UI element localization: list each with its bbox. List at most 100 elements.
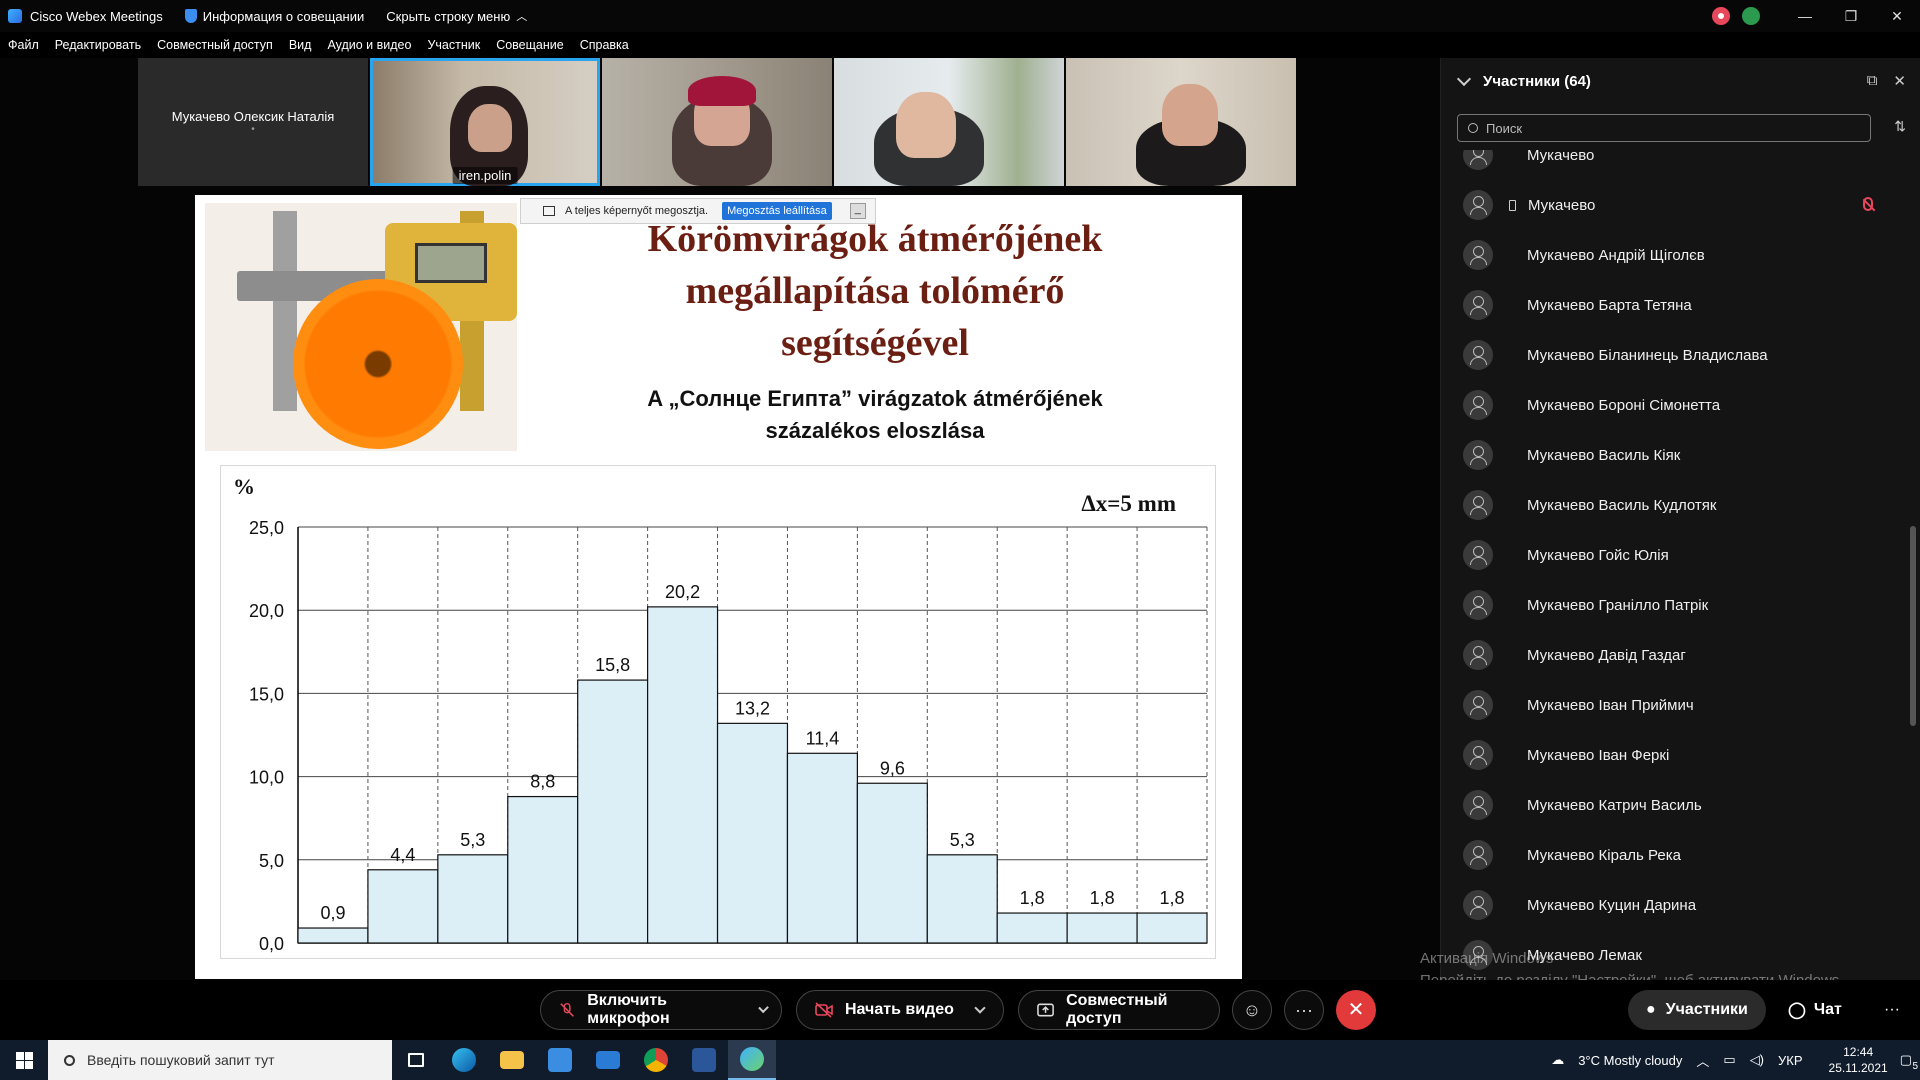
leave-meeting-button[interactable]: ✕ <box>1336 990 1376 1030</box>
bin-width-annotation: Δx=5 mm <box>1081 491 1176 516</box>
meeting-info-button[interactable]: Информация о совещании <box>184 9 364 24</box>
reactions-button[interactable]: ☺ <box>1232 990 1272 1030</box>
caliper-flower-photo <box>205 203 517 451</box>
notifications-icon[interactable]: ▢ 5 <box>1900 1052 1918 1072</box>
participant-row[interactable]: Мукачево Куцин Дарина <box>1441 880 1901 930</box>
caliper-jaw <box>273 211 297 411</box>
avatar-icon <box>1463 840 1493 870</box>
video-tile-2[interactable] <box>602 58 832 186</box>
participant-row[interactable]: Мукачево Кіраль Река <box>1441 830 1901 880</box>
bar-value-label: 11,4 <box>806 728 840 748</box>
participant-name: Мукачево Гранілло Патрік <box>1527 596 1709 614</box>
share-bar-minimize-button[interactable]: _ <box>849 203 866 219</box>
close-window-button[interactable]: ✕ <box>1874 8 1920 25</box>
avatar-icon <box>1463 640 1493 670</box>
video-tile-4[interactable] <box>1066 58 1296 186</box>
network-status-icon[interactable] <box>1742 7 1760 25</box>
mic-dropdown-icon[interactable] <box>757 1002 769 1014</box>
stop-sharing-button[interactable]: Megosztás leállítása <box>722 202 832 220</box>
participant-row[interactable]: Мукачево Андрій Щіголєв <box>1441 230 1901 280</box>
participant-video-face <box>1162 84 1218 146</box>
participant-row[interactable]: Мукачево Катрич Василь <box>1441 780 1901 830</box>
sort-icon[interactable]: ⇅ <box>1894 118 1906 135</box>
mail-app-icon[interactable] <box>584 1040 632 1080</box>
avatar-icon <box>1463 190 1493 220</box>
menu-audio-video[interactable]: Аудио и видео <box>327 38 411 52</box>
language-indicator[interactable]: УКР <box>1778 1053 1803 1068</box>
store-app-icon[interactable] <box>536 1040 584 1080</box>
participant-name: Мукачево Кіраль Река <box>1527 846 1681 864</box>
participant-row[interactable]: Мукачево Іван Феркі <box>1441 730 1901 780</box>
participant-row[interactable]: Мукачево Гойс Юлія <box>1441 530 1901 580</box>
minimize-button[interactable]: — <box>1782 8 1828 24</box>
restore-button[interactable]: ❐ <box>1828 8 1874 25</box>
start-button[interactable] <box>0 1040 48 1080</box>
collapse-chevron-icon[interactable] <box>1456 71 1472 87</box>
meeting-controls: Включить микрофон Начать видео Совместны… <box>0 980 1920 1040</box>
muted-mic-icon[interactable] <box>1863 197 1873 211</box>
menu-file[interactable]: Файл <box>8 38 39 52</box>
start-video-button[interactable]: Начать видео <box>796 990 1004 1030</box>
close-panel-icon[interactable]: ✕ <box>1893 72 1906 90</box>
word-app-icon[interactable] <box>680 1040 728 1080</box>
task-view-button[interactable] <box>392 1040 440 1080</box>
edge-app-icon[interactable] <box>440 1040 488 1080</box>
volume-icon[interactable]: ◁) <box>1750 1052 1764 1068</box>
menu-participant[interactable]: Участник <box>427 38 480 52</box>
clock[interactable]: 12:44 25.11.2021 <box>1829 1044 1888 1076</box>
participant-row[interactable]: Мукачево Гранілло Патрік <box>1441 580 1901 630</box>
participant-row[interactable]: Мукачево Іван Приймич <box>1441 680 1901 730</box>
shared-slide: Körömvirágok átmérőjének megállapítása t… <box>195 195 1242 979</box>
more-options-button[interactable]: ··· <box>1284 990 1324 1030</box>
video-tile-active-speaker[interactable]: iren.polin <box>370 58 600 186</box>
chat-tab-button[interactable]: ◯ Чат <box>1770 990 1860 1030</box>
participant-name: Мукачево Іван Феркі <box>1527 746 1670 764</box>
taskbar-search-input[interactable]: Введіть пошуковий запит тут <box>48 1040 392 1080</box>
participant-row[interactable]: Мукачево Давід Газдаг <box>1441 630 1901 680</box>
participant-row[interactable]: Мукачево Барта Тетяна <box>1441 280 1901 330</box>
overflow-menu-button[interactable]: ··· <box>1866 990 1918 1030</box>
webex-app-icon[interactable] <box>728 1040 776 1080</box>
avatar-icon <box>1463 440 1493 470</box>
file-explorer-icon[interactable] <box>488 1040 536 1080</box>
participant-row[interactable]: Мукачево <box>1441 180 1901 230</box>
weather-icon[interactable]: ☁ <box>1551 1052 1564 1068</box>
menu-share[interactable]: Совместный доступ <box>157 38 273 52</box>
screen-share-bar: A teljes képernyőt megosztja. Megosztás … <box>520 198 876 224</box>
menu-help[interactable]: Справка <box>580 38 629 52</box>
participant-row[interactable]: Мукачево Василь Кіяк <box>1441 430 1901 480</box>
tray-overflow-icon[interactable]: ︿ <box>1696 1051 1709 1070</box>
video-dropdown-icon[interactable] <box>974 1002 986 1014</box>
y-tick-label: 10,0 <box>249 768 284 788</box>
windows-logo-icon <box>16 1061 24 1069</box>
share-content-button[interactable]: Совместный доступ <box>1018 990 1220 1030</box>
hide-menu-button[interactable]: Скрыть строку меню ︿ <box>386 8 527 24</box>
video-tile-name-only[interactable]: Мукачево Олексик Наталія • <box>138 58 368 186</box>
video-tile-sub: • <box>251 124 255 135</box>
participant-row[interactable]: Мукачево <box>1441 150 1901 180</box>
participant-row[interactable]: Мукачево Бороні Сімонетта <box>1441 380 1901 430</box>
network-icon[interactable]: ▭ <box>1723 1052 1735 1068</box>
pop-out-icon[interactable]: ⧉ <box>1867 72 1878 90</box>
participant-row[interactable]: Мукачево Василь Кудлотяк <box>1441 480 1901 530</box>
participants-tab-button[interactable]: ● Участники <box>1628 990 1766 1030</box>
video-tile-3[interactable] <box>834 58 1064 186</box>
avatar-icon <box>1463 390 1493 420</box>
avatar-icon <box>1463 790 1493 820</box>
scrollbar-thumb[interactable] <box>1910 526 1916 726</box>
unmute-button[interactable]: Включить микрофон <box>540 990 782 1030</box>
recording-icon[interactable] <box>1712 7 1730 25</box>
slide-title: Körömvirágok átmérőjének megállapítása t… <box>535 213 1215 369</box>
chat-icon: ◯ <box>1788 1002 1806 1019</box>
participant-search-input[interactable]: Поиск <box>1457 114 1871 142</box>
menu-view[interactable]: Вид <box>289 38 312 52</box>
weather-text[interactable]: 3°C Mostly cloudy <box>1578 1053 1682 1068</box>
avatar-icon <box>1463 740 1493 770</box>
title-bar: Cisco Webex Meetings Информация о совеща… <box>0 0 1920 32</box>
participant-row[interactable]: Мукачево Біланинець Владислава <box>1441 330 1901 380</box>
person-icon: ● <box>1646 1001 1656 1018</box>
menu-meeting[interactable]: Совещание <box>496 38 564 52</box>
chrome-app-icon[interactable] <box>632 1040 680 1080</box>
participant-list-scrollbar[interactable] <box>1910 150 1916 980</box>
menu-edit[interactable]: Редактировать <box>55 38 141 52</box>
